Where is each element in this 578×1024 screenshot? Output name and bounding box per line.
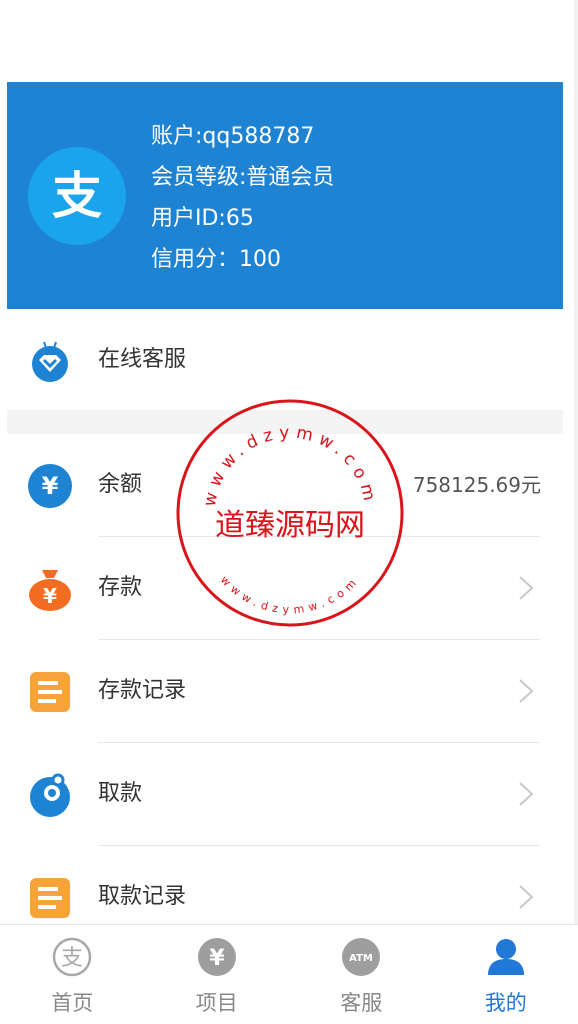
deposit-record-label: 存款记录: [98, 678, 187, 703]
document-icon: [27, 875, 73, 921]
avatar[interactable]: 支: [28, 147, 126, 245]
svg-text:支: 支: [61, 946, 83, 971]
tab-mine[interactable]: 我的: [434, 925, 578, 1024]
section-gap: [7, 410, 563, 434]
tab-service[interactable]: ATM 客服: [289, 925, 434, 1024]
chevron-right-icon: [519, 679, 534, 703]
online-service-label: 在线客服: [98, 347, 187, 372]
tab-home-label: 首页: [51, 991, 94, 1015]
profile-info: 账户:qq588787 会员等级:普通会员 用户ID:65 信用分：100: [151, 116, 334, 280]
tab-service-label: 客服: [340, 991, 383, 1015]
svg-text:¥: ¥: [209, 946, 225, 971]
credit-score-text: 信用分：100: [151, 247, 281, 272]
chevron-right-icon: [519, 782, 534, 806]
balance-label: 余额: [98, 472, 143, 497]
member-level-text: 会员等级:普通会员: [151, 165, 335, 190]
yen-circle-icon: ¥: [27, 463, 73, 509]
menu-item-online-service[interactable]: 在线客服: [7, 309, 563, 411]
bottom-tab-bar: 支 首页 ¥ 项目 ATM 客服 我的: [0, 924, 578, 1024]
chevron-right-icon: [519, 576, 534, 600]
account-text: 账户:qq588787: [151, 124, 315, 149]
svg-text:¥: ¥: [42, 472, 59, 500]
alipay-icon: 支: [53, 937, 92, 977]
menu-item-withdraw[interactable]: 取款: [7, 743, 563, 845]
app-page: 支 账户:qq588787 会员等级:普通会员 用户ID:65 信用分：100 …: [0, 0, 578, 1024]
profile-card: 支 账户:qq588787 会员等级:普通会员 用户ID:65 信用分：100: [7, 82, 563, 309]
user-id-text: 用户ID:65: [151, 206, 254, 231]
tab-mine-label: 我的: [484, 991, 527, 1015]
tab-projects[interactable]: ¥ 项目: [145, 925, 290, 1024]
user-icon: [487, 939, 524, 975]
swirl-icon: [27, 772, 73, 818]
withdraw-label: 取款: [98, 781, 143, 806]
menu-item-deposit[interactable]: ¥ 存款: [7, 537, 563, 639]
svg-text:¥: ¥: [43, 584, 57, 608]
svg-text:ATM: ATM: [349, 953, 373, 964]
right-edge: [574, 0, 578, 1024]
tab-home[interactable]: 支 首页: [0, 925, 145, 1024]
alipay-icon: 支: [52, 167, 102, 225]
menu-item-deposit-record[interactable]: 存款记录: [7, 640, 563, 742]
menu-item-balance[interactable]: ¥ 余额 758125.69元: [7, 434, 563, 536]
tab-projects-label: 项目: [195, 991, 238, 1015]
atm-icon: ATM: [342, 938, 381, 976]
money-bag-icon: ¥: [27, 566, 73, 612]
document-icon: [27, 669, 73, 715]
chevron-right-icon: [519, 885, 534, 909]
deposit-label: 存款: [98, 575, 143, 600]
diamond-chat-icon: [27, 338, 73, 384]
yen-circle-icon: ¥: [197, 938, 236, 976]
balance-value: 758125.69元: [412, 473, 541, 497]
